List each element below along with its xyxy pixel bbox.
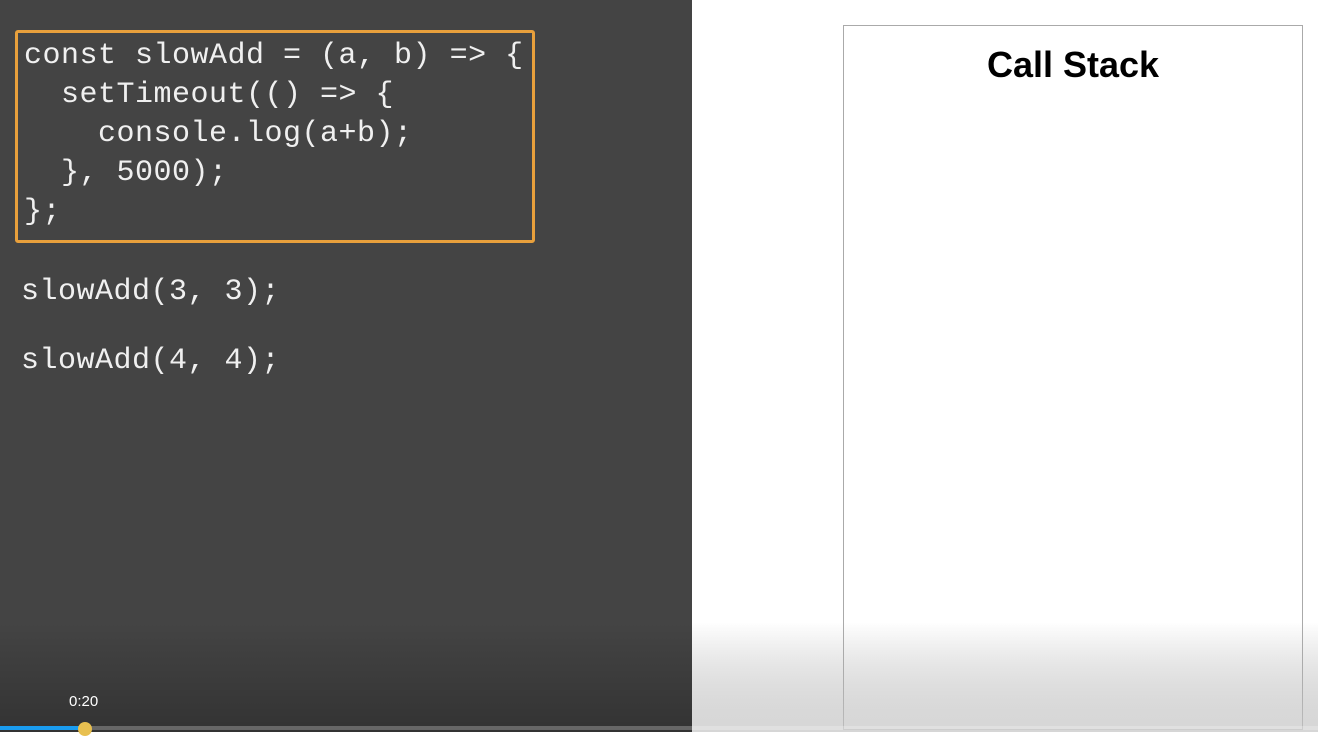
video-progress-bar[interactable] [0, 726, 1318, 730]
code-call-2: slowAdd(4, 4); [21, 342, 677, 381]
video-scrubber-handle[interactable] [78, 722, 92, 736]
video-timestamp: 0:20 [69, 693, 98, 710]
highlighted-code-box: const slowAdd = (a, b) => { setTimeout((… [15, 30, 535, 243]
call-stack-box: Call Stack [843, 25, 1303, 730]
call-stack-title: Call Stack [844, 44, 1302, 86]
code-panel: const slowAdd = (a, b) => { setTimeout((… [0, 0, 692, 732]
video-progress-fill [0, 726, 86, 730]
code-call-1: slowAdd(3, 3); [21, 273, 677, 312]
diagram-panel: Call Stack [692, 0, 1318, 732]
code-highlighted: const slowAdd = (a, b) => { setTimeout((… [24, 37, 524, 232]
